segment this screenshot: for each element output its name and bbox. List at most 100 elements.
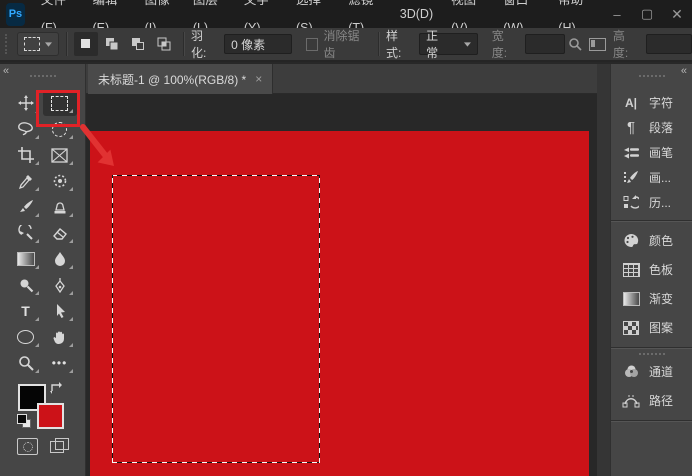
- panel-item-brush-settings[interactable]: 画...: [611, 165, 692, 190]
- panel-group-2: 颜色 色板 渐变 图案: [611, 226, 692, 342]
- eraser-tool[interactable]: [43, 220, 77, 246]
- patterns-icon: [620, 319, 642, 337]
- panel-icon[interactable]: [589, 38, 606, 51]
- panel-grip[interactable]: [639, 353, 665, 355]
- panel-item-character[interactable]: A| 字符: [611, 90, 692, 115]
- menu-3d[interactable]: 3D(D): [391, 0, 442, 28]
- selection-marquee[interactable]: [112, 175, 320, 463]
- width-input[interactable]: [525, 34, 565, 54]
- new-selection-button[interactable]: [74, 32, 98, 56]
- toolbar-bottom: [0, 438, 86, 455]
- panel-divider: [611, 420, 692, 421]
- maximize-icon[interactable]: ▢: [632, 6, 662, 22]
- subtract-from-selection-button[interactable]: [126, 32, 150, 56]
- document-area: 未标题-1 @ 100%(RGB/8) * ×: [86, 64, 597, 476]
- height-label: 高度:: [613, 27, 640, 61]
- gradient-icon: [17, 252, 35, 266]
- swap-colors-icon[interactable]: [50, 381, 63, 394]
- close-icon[interactable]: ✕: [662, 6, 692, 23]
- document-title: 未标题-1 @ 100%(RGB/8) *: [98, 71, 246, 88]
- healing-brush-tool[interactable]: [43, 168, 77, 194]
- paths-icon: [620, 392, 642, 410]
- pen-tool[interactable]: [43, 272, 77, 298]
- type-tool[interactable]: T: [9, 298, 43, 324]
- panel-grip[interactable]: [639, 75, 665, 77]
- crop-icon: [18, 147, 34, 163]
- background-color-swatch[interactable]: [37, 403, 64, 429]
- collapse-panel-icon[interactable]: «: [681, 65, 687, 77]
- panel-group-3: 通道 路径: [611, 357, 692, 415]
- healing-brush-icon: [52, 173, 68, 189]
- chevron-down-icon: [464, 42, 471, 47]
- intersect-selection-button[interactable]: [152, 32, 176, 56]
- history-brush-tool[interactable]: [9, 220, 43, 246]
- color-icon: [620, 232, 642, 250]
- add-to-selection-button[interactable]: [100, 32, 124, 56]
- hand-icon: [52, 329, 68, 345]
- edit-toolbar-button[interactable]: •••: [43, 350, 77, 376]
- brush-settings-icon: [620, 169, 642, 187]
- ellipsis-icon: •••: [52, 356, 68, 370]
- tab-close-icon[interactable]: ×: [255, 72, 262, 86]
- panel-divider: [611, 347, 692, 348]
- toolbar-grip[interactable]: [30, 75, 56, 77]
- clone-stamp-icon: [52, 199, 68, 215]
- paragraph-icon: ¶: [620, 119, 642, 137]
- eyedropper-tool[interactable]: [9, 168, 43, 194]
- panel-item-brushes[interactable]: 画笔: [611, 140, 692, 165]
- brush-tool[interactable]: [9, 194, 43, 220]
- path-selection-tool[interactable]: [43, 298, 77, 324]
- panel-item-patterns[interactable]: 图案: [611, 313, 692, 342]
- panel-item-color[interactable]: 颜色: [611, 226, 692, 255]
- width-label: 宽度:: [492, 27, 519, 61]
- search-icon[interactable]: [568, 37, 583, 52]
- collapse-toolbar-icon[interactable]: «: [3, 65, 9, 77]
- tools-grid: T •••: [0, 90, 85, 376]
- gradient-tool[interactable]: [9, 246, 43, 272]
- eyedropper-icon: [18, 173, 34, 189]
- lasso-icon: [17, 121, 34, 137]
- tool-preset-button[interactable]: [17, 32, 59, 56]
- height-input[interactable]: [646, 34, 692, 54]
- photoshop-logo: Ps: [6, 3, 25, 26]
- panel-item-swatches[interactable]: 色板: [611, 255, 692, 284]
- panel-item-channels[interactable]: 通道: [611, 357, 692, 386]
- history-brush-icon: [18, 225, 34, 241]
- panel-item-history[interactable]: 历...: [611, 190, 692, 215]
- brushes-icon: [620, 144, 642, 162]
- style-select[interactable]: 正常: [419, 33, 478, 55]
- antialias-checkbox[interactable]: [306, 38, 319, 51]
- zoom-tool[interactable]: [9, 350, 43, 376]
- canvas[interactable]: [90, 131, 589, 476]
- menubar: Ps 文件(F) 编辑(E) 图像(I) 图层(L) 文字(Y) 选择(S) 滤…: [0, 0, 692, 28]
- right-panel-dock: « A| 字符 ¶ 段落 画笔 画...: [610, 64, 692, 476]
- hand-tool[interactable]: [43, 324, 77, 350]
- panel-item-paths[interactable]: 路径: [611, 386, 692, 415]
- blur-icon: [53, 251, 67, 267]
- feather-input[interactable]: 0 像素: [224, 34, 292, 54]
- ellipse-icon: [17, 330, 34, 344]
- panel-item-gradients[interactable]: 渐变: [611, 284, 692, 313]
- eraser-icon: [52, 226, 68, 241]
- style-label: 样式:: [386, 27, 413, 61]
- clone-stamp-tool[interactable]: [43, 194, 77, 220]
- crop-tool[interactable]: [9, 142, 43, 168]
- screen-mode-button[interactable]: [50, 438, 69, 453]
- default-colors-icon[interactable]: [17, 414, 31, 427]
- frame-tool[interactable]: [43, 142, 77, 168]
- move-icon: [18, 95, 34, 111]
- ellipse-shape-tool[interactable]: [9, 324, 43, 350]
- character-icon: A|: [620, 94, 642, 112]
- marquee-edge: [112, 462, 320, 463]
- add-to-selection-icon: [104, 36, 120, 52]
- photoshop-window: Ps 文件(F) 编辑(E) 图像(I) 图层(L) 文字(Y) 选择(S) 滤…: [0, 0, 692, 476]
- minimize-icon[interactable]: –: [602, 7, 632, 22]
- quick-mask-button[interactable]: [17, 438, 38, 455]
- gradients-icon: [620, 290, 642, 308]
- marquee-edge: [319, 175, 320, 463]
- document-tab[interactable]: 未标题-1 @ 100%(RGB/8) * ×: [88, 64, 273, 94]
- blur-tool[interactable]: [43, 246, 77, 272]
- dodge-tool[interactable]: [9, 272, 43, 298]
- panel-item-paragraph[interactable]: ¶ 段落: [611, 115, 692, 140]
- rectangular-marquee-icon: [24, 37, 40, 51]
